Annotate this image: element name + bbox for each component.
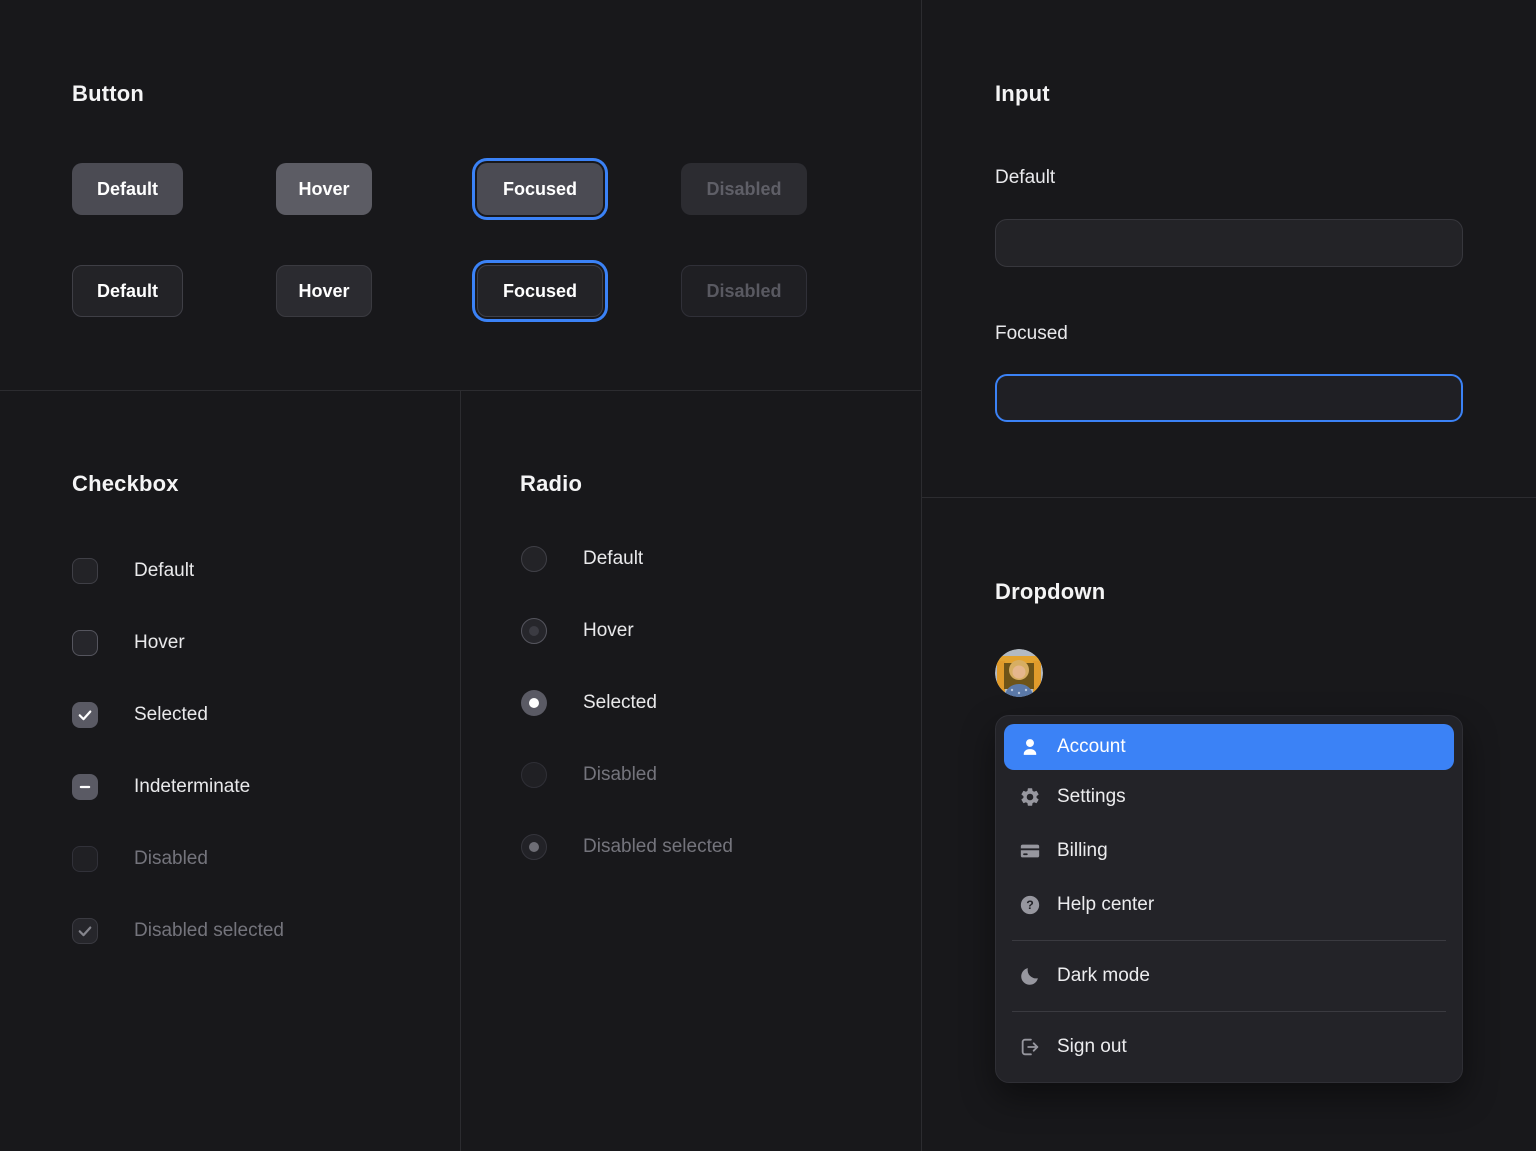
input-focused[interactable] bbox=[995, 374, 1463, 422]
button-secondary-hover[interactable]: Hover bbox=[276, 265, 372, 317]
svg-text:?: ? bbox=[1026, 898, 1034, 912]
radio-dot bbox=[529, 842, 539, 852]
button-primary-default[interactable]: Default bbox=[72, 163, 183, 215]
checkbox-label: Selected bbox=[134, 704, 208, 726]
checkbox-label: Indeterminate bbox=[134, 776, 250, 798]
checkbox-row-hover: Hover bbox=[72, 630, 185, 656]
radio-row-disabled-selected: Disabled selected bbox=[521, 834, 733, 860]
radio-selected[interactable] bbox=[521, 690, 547, 716]
check-icon bbox=[76, 922, 94, 940]
dropdown-menu: Account Settings Billing ? Help center D bbox=[995, 715, 1463, 1083]
checkbox-default[interactable] bbox=[72, 558, 98, 584]
checkbox-hover[interactable] bbox=[72, 630, 98, 656]
avatar[interactable] bbox=[995, 649, 1043, 697]
menu-divider bbox=[1012, 1011, 1446, 1012]
radio-dot bbox=[529, 626, 539, 636]
indeterminate-dash-icon bbox=[76, 778, 94, 796]
checkbox-row-default: Default bbox=[72, 558, 194, 584]
check-icon bbox=[76, 706, 94, 724]
menu-item-label: Dark mode bbox=[1057, 965, 1150, 987]
menu-item-settings[interactable]: Settings bbox=[1004, 770, 1454, 824]
radio-row-selected: Selected bbox=[521, 690, 657, 716]
menu-item-label: Help center bbox=[1057, 894, 1154, 916]
menu-item-label: Sign out bbox=[1057, 1036, 1127, 1058]
checkbox-label: Default bbox=[134, 560, 194, 582]
radio-row-hover: Hover bbox=[521, 618, 634, 644]
button-primary-focused[interactable]: Focused bbox=[477, 163, 603, 215]
menu-item-label: Settings bbox=[1057, 786, 1126, 808]
checkbox-disabled[interactable] bbox=[72, 846, 98, 872]
button-primary-hover[interactable]: Hover bbox=[276, 163, 372, 215]
menu-item-help-center[interactable]: ? Help center bbox=[1004, 878, 1454, 932]
menu-item-dark-mode[interactable]: Dark mode bbox=[1004, 949, 1454, 1003]
input-section-title: Input bbox=[995, 81, 1050, 107]
menu-item-billing[interactable]: Billing bbox=[1004, 824, 1454, 878]
radio-label: Default bbox=[583, 548, 643, 570]
menu-item-sign-out[interactable]: Sign out bbox=[1004, 1020, 1454, 1074]
radio-default[interactable] bbox=[521, 546, 547, 572]
moon-icon bbox=[1019, 965, 1041, 987]
checkbox-disabled-selected[interactable] bbox=[72, 918, 98, 944]
avatar-photo-icon bbox=[995, 649, 1043, 697]
input-default-label: Default bbox=[995, 167, 1055, 189]
button-secondary-default[interactable]: Default bbox=[72, 265, 183, 317]
radio-dot bbox=[529, 698, 539, 708]
checkbox-row-disabled-selected: Disabled selected bbox=[72, 918, 284, 944]
input-default[interactable] bbox=[995, 219, 1463, 267]
button-section-title: Button bbox=[72, 81, 144, 107]
checkbox-row-indeterminate: Indeterminate bbox=[72, 774, 250, 800]
radio-section-title: Radio bbox=[520, 471, 582, 497]
menu-item-label: Account bbox=[1057, 736, 1126, 758]
radio-label: Disabled bbox=[583, 764, 657, 786]
checkbox-label: Hover bbox=[134, 632, 185, 654]
divider-horizontal-right bbox=[922, 497, 1536, 498]
radio-disabled[interactable] bbox=[521, 762, 547, 788]
checkbox-row-disabled: Disabled bbox=[72, 846, 208, 872]
dropdown-section-title: Dropdown bbox=[995, 579, 1105, 605]
input-focused-label: Focused bbox=[995, 323, 1068, 345]
checkbox-indeterminate[interactable] bbox=[72, 774, 98, 800]
credit-card-icon bbox=[1019, 840, 1041, 862]
divider-vertical-checkbox-radio bbox=[460, 391, 461, 1151]
radio-disabled-selected[interactable] bbox=[521, 834, 547, 860]
sign-out-icon bbox=[1019, 1036, 1041, 1058]
radio-label: Hover bbox=[583, 620, 634, 642]
checkbox-section-title: Checkbox bbox=[72, 471, 179, 497]
button-secondary-disabled[interactable]: Disabled bbox=[681, 265, 807, 317]
button-primary-disabled[interactable]: Disabled bbox=[681, 163, 807, 215]
checkbox-label: Disabled selected bbox=[134, 920, 284, 942]
component-showcase: Button Default Hover Focused Disabled De… bbox=[0, 0, 1536, 1151]
menu-item-account[interactable]: Account bbox=[1004, 724, 1454, 770]
radio-label: Selected bbox=[583, 692, 657, 714]
user-icon bbox=[1019, 736, 1041, 758]
button-secondary-focused[interactable]: Focused bbox=[477, 265, 603, 317]
checkbox-selected[interactable] bbox=[72, 702, 98, 728]
gear-icon bbox=[1019, 786, 1041, 808]
radio-label: Disabled selected bbox=[583, 836, 733, 858]
help-icon: ? bbox=[1019, 894, 1041, 916]
checkbox-label: Disabled bbox=[134, 848, 208, 870]
radio-row-default: Default bbox=[521, 546, 643, 572]
menu-divider bbox=[1012, 940, 1446, 941]
radio-row-disabled: Disabled bbox=[521, 762, 657, 788]
divider-vertical-main bbox=[921, 0, 922, 1151]
checkbox-row-selected: Selected bbox=[72, 702, 208, 728]
radio-hover[interactable] bbox=[521, 618, 547, 644]
menu-item-label: Billing bbox=[1057, 840, 1108, 862]
